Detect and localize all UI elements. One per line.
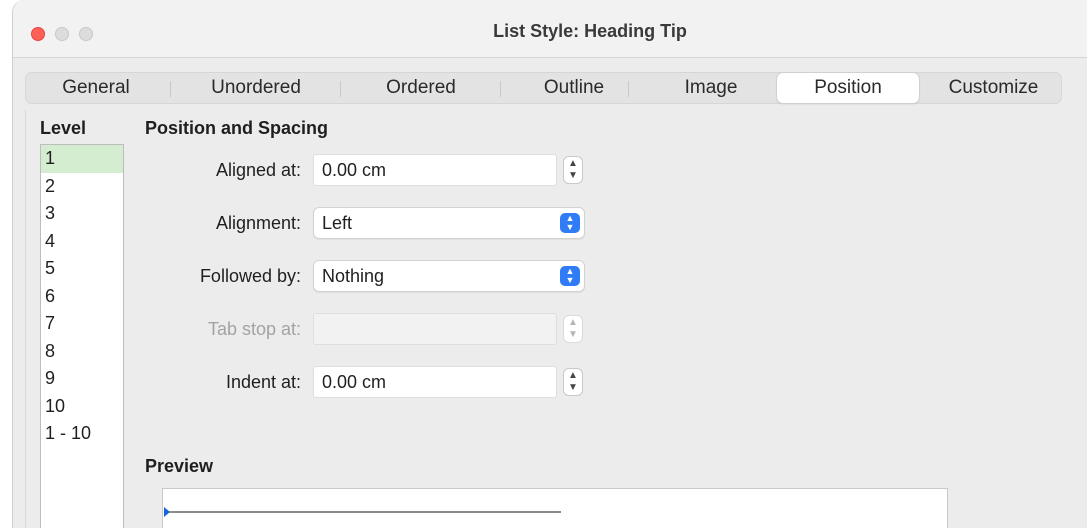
tab-separator xyxy=(500,81,501,97)
chevron-down-icon[interactable]: ▼ xyxy=(568,170,578,181)
preview-text-line xyxy=(169,511,561,513)
followed-by-label: Followed by: xyxy=(199,266,301,286)
indent-at-stepper[interactable]: ▲ ▼ xyxy=(563,368,583,396)
tab-separator xyxy=(340,81,341,97)
tab-image[interactable]: Image xyxy=(646,73,776,103)
followed-by-select[interactable]: Nothing ▲ ▼ xyxy=(313,260,585,292)
level-item[interactable]: 4 xyxy=(41,228,123,256)
aligned-at-label: Aligned at: xyxy=(215,160,301,180)
tab-stop-input xyxy=(313,313,557,345)
dialog-window: List Style: Heading Tip General Unordere… xyxy=(12,0,1087,528)
tab-outline[interactable]: Outline xyxy=(504,73,644,103)
level-heading: Level xyxy=(40,118,87,138)
window-title: List Style: Heading Tip xyxy=(493,21,687,41)
position-tab-content: Level 1 2 3 4 5 6 7 8 9 10 1 - 10 Positi… xyxy=(25,110,1062,528)
level-item[interactable]: 1 xyxy=(41,145,123,173)
level-item[interactable]: 6 xyxy=(41,283,123,311)
preview-area xyxy=(162,488,948,528)
level-item[interactable]: 9 xyxy=(41,365,123,393)
level-item[interactable]: 8 xyxy=(41,338,123,366)
preview-heading: Preview xyxy=(145,456,214,476)
tab-general[interactable]: General xyxy=(26,73,166,103)
level-item[interactable]: 1 - 10 xyxy=(41,420,123,448)
tab-customize[interactable]: Customize xyxy=(926,73,1061,103)
chevron-up-icon[interactable]: ▲ xyxy=(568,158,578,169)
tab-bar: General Unordered Ordered Outline Image … xyxy=(25,72,1062,104)
alignment-value: Left xyxy=(322,213,353,233)
chevron-up-icon[interactable]: ▲ xyxy=(568,370,578,381)
tab-ordered[interactable]: Ordered xyxy=(346,73,496,103)
level-item[interactable]: 10 xyxy=(41,393,123,421)
updown-chevron-icon: ▲ ▼ xyxy=(560,213,580,233)
aligned-at-stepper[interactable]: ▲ ▼ xyxy=(563,156,583,184)
indent-at-input[interactable]: 0.00 cm xyxy=(313,366,557,398)
tab-separator xyxy=(170,81,171,97)
alignment-label: Alignment: xyxy=(215,213,301,233)
chevron-down-icon: ▼ xyxy=(568,329,578,340)
tab-stop-label: Tab stop at: xyxy=(207,319,301,339)
tab-separator xyxy=(628,81,629,97)
tab-position[interactable]: Position xyxy=(777,73,919,103)
alignment-select[interactable]: Left ▲ ▼ xyxy=(313,207,585,239)
updown-chevron-icon: ▲ ▼ xyxy=(560,266,580,286)
title-bar: List Style: Heading Tip xyxy=(13,0,1087,58)
followed-by-value: Nothing xyxy=(322,266,385,286)
indent-at-label: Indent at: xyxy=(225,372,301,392)
tab-stop-stepper: ▲ ▼ xyxy=(563,315,583,343)
level-item[interactable]: 3 xyxy=(41,200,123,228)
tab-unordered[interactable]: Unordered xyxy=(176,73,336,103)
level-item[interactable]: 5 xyxy=(41,255,123,283)
level-item[interactable]: 2 xyxy=(41,173,123,201)
position-spacing-heading: Position and Spacing xyxy=(145,118,329,138)
aligned-at-input[interactable]: 0.00 cm xyxy=(313,154,557,186)
level-item[interactable]: 7 xyxy=(41,310,123,338)
chevron-down-icon[interactable]: ▼ xyxy=(568,382,578,393)
level-list[interactable]: 1 2 3 4 5 6 7 8 9 10 1 - 10 xyxy=(40,144,124,528)
chevron-up-icon: ▲ xyxy=(568,317,578,328)
